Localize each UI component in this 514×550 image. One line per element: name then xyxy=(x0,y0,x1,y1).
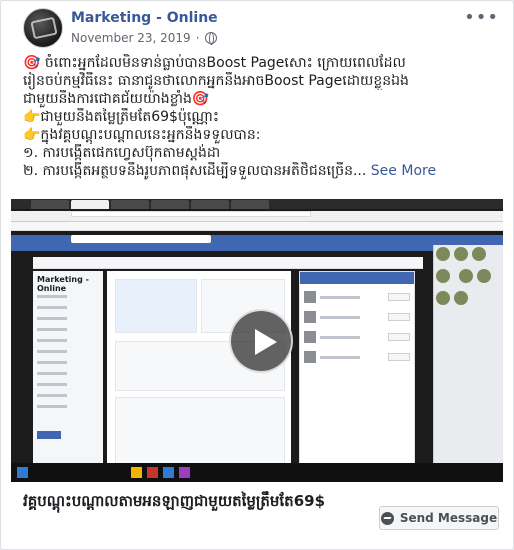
globe-icon xyxy=(204,32,217,45)
facebook-header xyxy=(11,235,503,251)
messenger-icon xyxy=(380,511,394,525)
page-tabs xyxy=(33,257,423,269)
post-text-line: 🎯 ចំពោះអ្នកដែលមិនទាន់ធ្លាប់បានBoost Page… xyxy=(23,55,406,71)
post-text-line-last: ២. ការបង្កើតអត្ថបទនឹងរូបភាពផុសដើម្បីទទួល… xyxy=(23,162,499,180)
see-more-link[interactable]: See More xyxy=(371,163,436,179)
post-date[interactable]: November 23, 2019 xyxy=(71,31,191,45)
browser-tab-strip xyxy=(11,199,503,209)
play-button-icon[interactable] xyxy=(229,309,293,373)
screen-page-name: Marketing - Online xyxy=(37,275,89,293)
windows-start-icon xyxy=(17,467,28,478)
video-title[interactable]: វគ្គបណ្តុះបណ្តាលតាមអនឡាញជាមួយតម្លៃត្រឹមត… xyxy=(23,491,353,511)
post-meta: November 23, 2019 · xyxy=(71,31,217,45)
app-icon xyxy=(179,467,190,478)
chat-sidebar xyxy=(433,245,503,471)
post-text-line: ២. ការបង្កើតអត្ថបទនឹងរូបភាពផុសដើម្បីទទួល… xyxy=(23,163,367,179)
folder-icon xyxy=(131,467,142,478)
post-card: Marketing - Online November 23, 2019 · •… xyxy=(0,0,514,550)
page-left-nav: Marketing - Online xyxy=(33,271,103,471)
video-player[interactable]: Marketing - Online xyxy=(11,199,503,482)
browser-tab xyxy=(231,200,269,209)
bookmarks-bar xyxy=(11,222,503,231)
app-icon xyxy=(163,467,174,478)
windows-taskbar xyxy=(11,463,503,482)
send-message-label: Send Message xyxy=(399,511,498,525)
more-options-icon[interactable]: ••• xyxy=(464,7,499,28)
browser-tab xyxy=(191,200,229,209)
browser-tab xyxy=(31,200,69,209)
address-bar xyxy=(11,211,503,222)
page-name-link[interactable]: Marketing - Online xyxy=(71,10,218,26)
post-text-line: 👉ជាមួយនឹងតម្លៃត្រឹមតែ69$ប៉ុណ្ណោះ xyxy=(23,109,219,125)
browser-tab xyxy=(111,200,149,209)
post-text-line: ជាមួយនឹងការជោគជ័យយ៉ាងខ្លាំង🎯 xyxy=(23,91,210,107)
browser-tab xyxy=(151,200,189,209)
page-avatar[interactable] xyxy=(23,8,63,48)
post-text-line: 👉ក្នុងវគ្គបណ្តុះបណ្តាលនេះអ្នកនឹងទទួលបាន: xyxy=(23,127,261,143)
meta-separator: · xyxy=(195,31,200,45)
page-right-column xyxy=(299,271,415,471)
chrome-icon xyxy=(147,467,158,478)
post-text-line: ១. ការបង្កើតផេកហ្វេសប៊ុកតាមស្តង់ដា xyxy=(23,145,221,161)
send-message-button[interactable]: Send Message xyxy=(379,506,499,530)
post-text-line: រៀនចប់កម្មវិធីនេះ ធានាជូនថាលោកអ្នកនឹងអាច… xyxy=(23,73,409,89)
browser-tab xyxy=(71,200,109,209)
post-text: 🎯 ចំពោះអ្នកដែលមិនទាន់ធ្លាប់បានBoost Page… xyxy=(23,54,499,180)
